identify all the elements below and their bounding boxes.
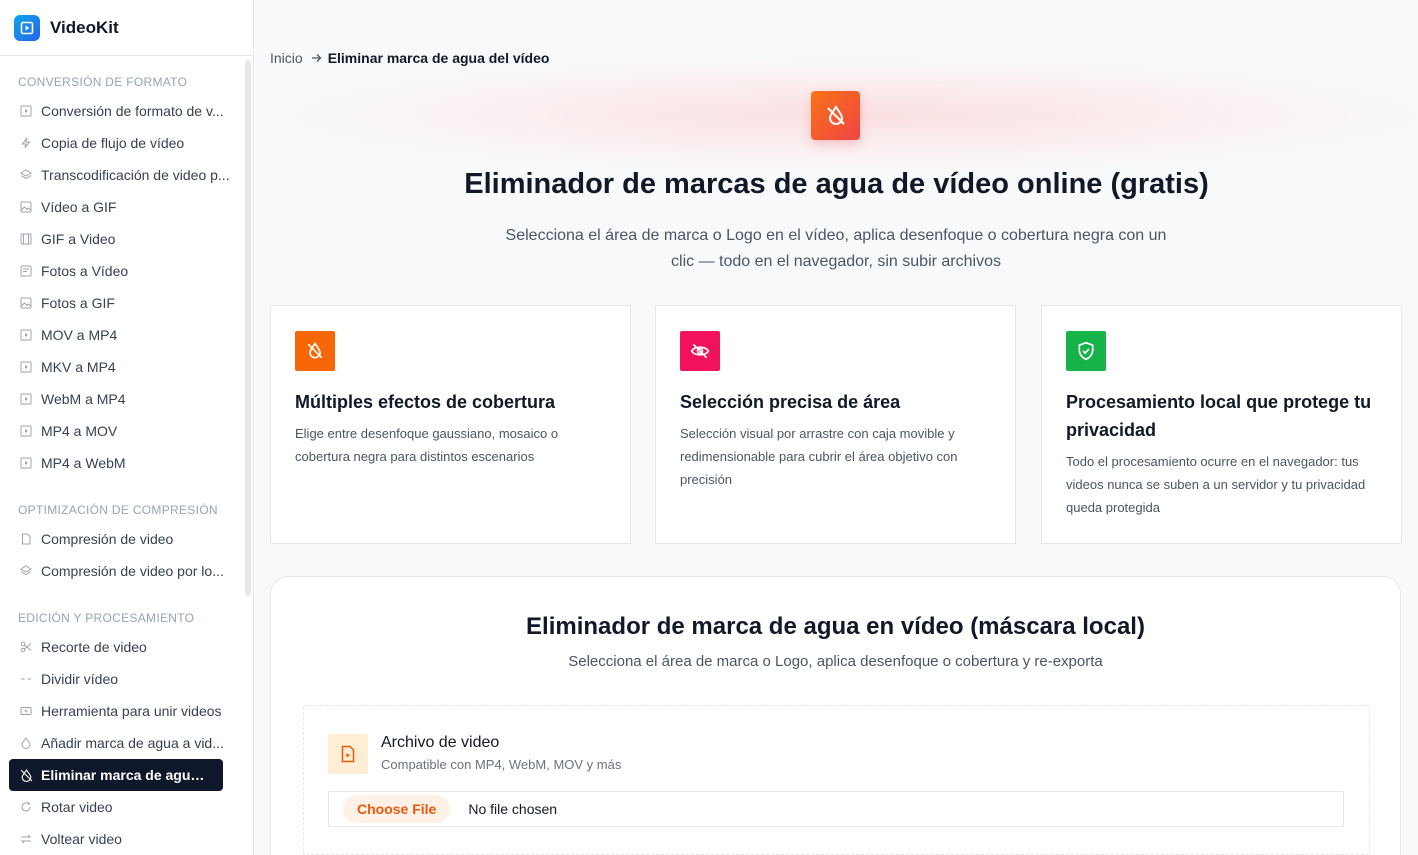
sidebar-item-format-conversion[interactable]: Conversión de formato de v...: [0, 95, 244, 127]
sidebar-item-add-watermark[interactable]: Añadir marca de agua a vid...: [0, 727, 244, 759]
image-icon: [19, 296, 33, 310]
video-file-icon: [19, 360, 33, 374]
sidebar-item-mp4-to-webm[interactable]: MP4 a WebM: [0, 447, 244, 479]
sidebar-item-photos-to-gif[interactable]: Fotos a GIF: [0, 287, 244, 319]
video-file-icon: [19, 328, 33, 342]
feature-card-privacy: Procesamiento local que protege tu priva…: [1041, 305, 1402, 544]
brand-name: VideoKit: [50, 17, 119, 37]
video-file-icon: [19, 424, 33, 438]
group-title-compression: OPTIMIZACIÓN DE COMPRESIÓN: [18, 503, 218, 517]
file-status-text: No file chosen: [468, 801, 558, 817]
droplet-off-icon: [295, 331, 335, 371]
group-title-editing: EDICIÓN Y PROCESAMIENTO: [18, 611, 195, 625]
brand[interactable]: VideoKit: [0, 0, 253, 56]
breadcrumb: Inicio Eliminar marca de agua del vídeo: [270, 50, 549, 66]
breadcrumb-home-link[interactable]: Inicio: [270, 50, 303, 66]
sidebar-item-photos-to-video[interactable]: Fotos a Vídeo: [0, 255, 244, 287]
split-icon: [19, 672, 33, 686]
page-subtitle: Selecciona el área de marca o Logo en el…: [505, 227, 1167, 270]
sidebar-item-mov-to-mp4[interactable]: MOV a MP4: [0, 319, 244, 351]
feature-title: Múltiples efectos de cobertura: [295, 392, 556, 412]
feature-description: Elige entre desenfoque gaussiano, mosaic…: [295, 426, 559, 464]
video-file-icon: [328, 734, 368, 774]
feature-card-effects: Múltiples efectos de cobertura Elige ent…: [270, 305, 631, 544]
sidebar-item-transcode[interactable]: Transcodificación de video p...: [0, 159, 244, 191]
video-file-icon: [19, 392, 33, 406]
sidebar-item-stream-copy[interactable]: Copia de flujo de vídeo: [0, 127, 244, 159]
group-title-conversion: CONVERSIÓN DE FORMATO: [18, 75, 188, 89]
video-file-icon: [19, 104, 33, 118]
scissors-icon: [19, 640, 33, 654]
choose-file-button[interactable]: Choose File: [343, 795, 451, 823]
feature-description: Selección visual por arrastre con caja m…: [680, 426, 958, 487]
watermark-remover-tool: Eliminador de marca de agua en vídeo (má…: [270, 576, 1401, 855]
arrow-right-icon: [311, 51, 322, 66]
file-field-label: Archivo de video: [381, 734, 500, 751]
flip-icon: [19, 832, 33, 846]
sidebar-item-merge-videos[interactable]: Herramienta para unir videos: [0, 695, 244, 727]
sidebar-item-webm-to-mp4[interactable]: WebM a MP4: [0, 383, 244, 415]
sidebar-item-mkv-to-mp4[interactable]: MKV a MP4: [0, 351, 244, 383]
merge-icon: [19, 704, 33, 718]
sidebar-item-rotate-video[interactable]: Rotar video: [0, 791, 244, 823]
feature-card-selection: Selección precisa de área Selección visu…: [655, 305, 1016, 544]
droplet-off-icon: [811, 91, 860, 140]
file-drop-zone[interactable]: Archivo de video Compatible con MP4, Web…: [303, 705, 1370, 855]
sidebar-item-remove-watermark[interactable]: Eliminar marca de agua del...: [9, 759, 223, 791]
layers-icon: [19, 168, 33, 182]
layers-icon: [19, 564, 33, 578]
shield-check-icon: [1066, 331, 1106, 371]
droplet-off-icon: [19, 768, 33, 782]
file-icon: [19, 532, 33, 546]
tool-subtitle: Selecciona el área de marca o Logo, apli…: [568, 653, 1103, 670]
sidebar-item-split-video[interactable]: Dividir vídeo: [0, 663, 244, 695]
image-icon: [19, 200, 33, 214]
sidebar-item-mp4-to-mov[interactable]: MP4 a MOV: [0, 415, 244, 447]
file-format-hint: Compatible con MP4, WebM, MOV y más: [381, 757, 622, 772]
breadcrumb-current: Eliminar marca de agua del vídeo: [327, 50, 550, 66]
feature-description: Todo el procesamiento ocurre en el naveg…: [1066, 454, 1366, 515]
eye-off-icon: [680, 331, 720, 371]
sidebar-nav: CONVERSIÓN DE FORMATO Conversión de form…: [0, 57, 244, 855]
sidebar-item-video-to-gif[interactable]: Vídeo a GIF: [0, 191, 244, 223]
film-icon: [19, 232, 33, 246]
bolt-icon: [19, 136, 33, 150]
sidebar-scrollbar[interactable]: [245, 60, 251, 596]
video-file-icon: [19, 456, 33, 470]
sidebar-item-flip-video[interactable]: Voltear video: [0, 823, 244, 855]
sidebar-item-gif-to-video[interactable]: GIF a Video: [0, 223, 244, 255]
page-title: Eliminador de marcas de agua de vídeo on…: [464, 168, 1209, 200]
main-content: Inicio Eliminar marca de agua del vídeo …: [255, 0, 1418, 855]
sidebar-item-video-compression[interactable]: Compresión de video: [0, 523, 244, 555]
sidebar: VideoKit CONVERSIÓN DE FORMATO Conversió…: [0, 0, 254, 855]
feature-title: Selección precisa de área: [680, 392, 901, 412]
video-play-logo-icon: [14, 14, 40, 41]
gallery-icon: [19, 264, 33, 278]
rotate-icon: [19, 800, 33, 814]
droplet-icon: [19, 736, 33, 750]
feature-title: Procesamiento local que protege tu priva…: [1066, 392, 1372, 440]
sidebar-item-video-trim[interactable]: Recorte de video: [0, 631, 244, 663]
sidebar-item-batch-compression[interactable]: Compresión de video por lo...: [0, 555, 244, 587]
tool-title: Eliminador de marca de agua en vídeo (má…: [526, 613, 1145, 640]
video-file-input[interactable]: Choose File No file chosen: [328, 791, 1344, 827]
